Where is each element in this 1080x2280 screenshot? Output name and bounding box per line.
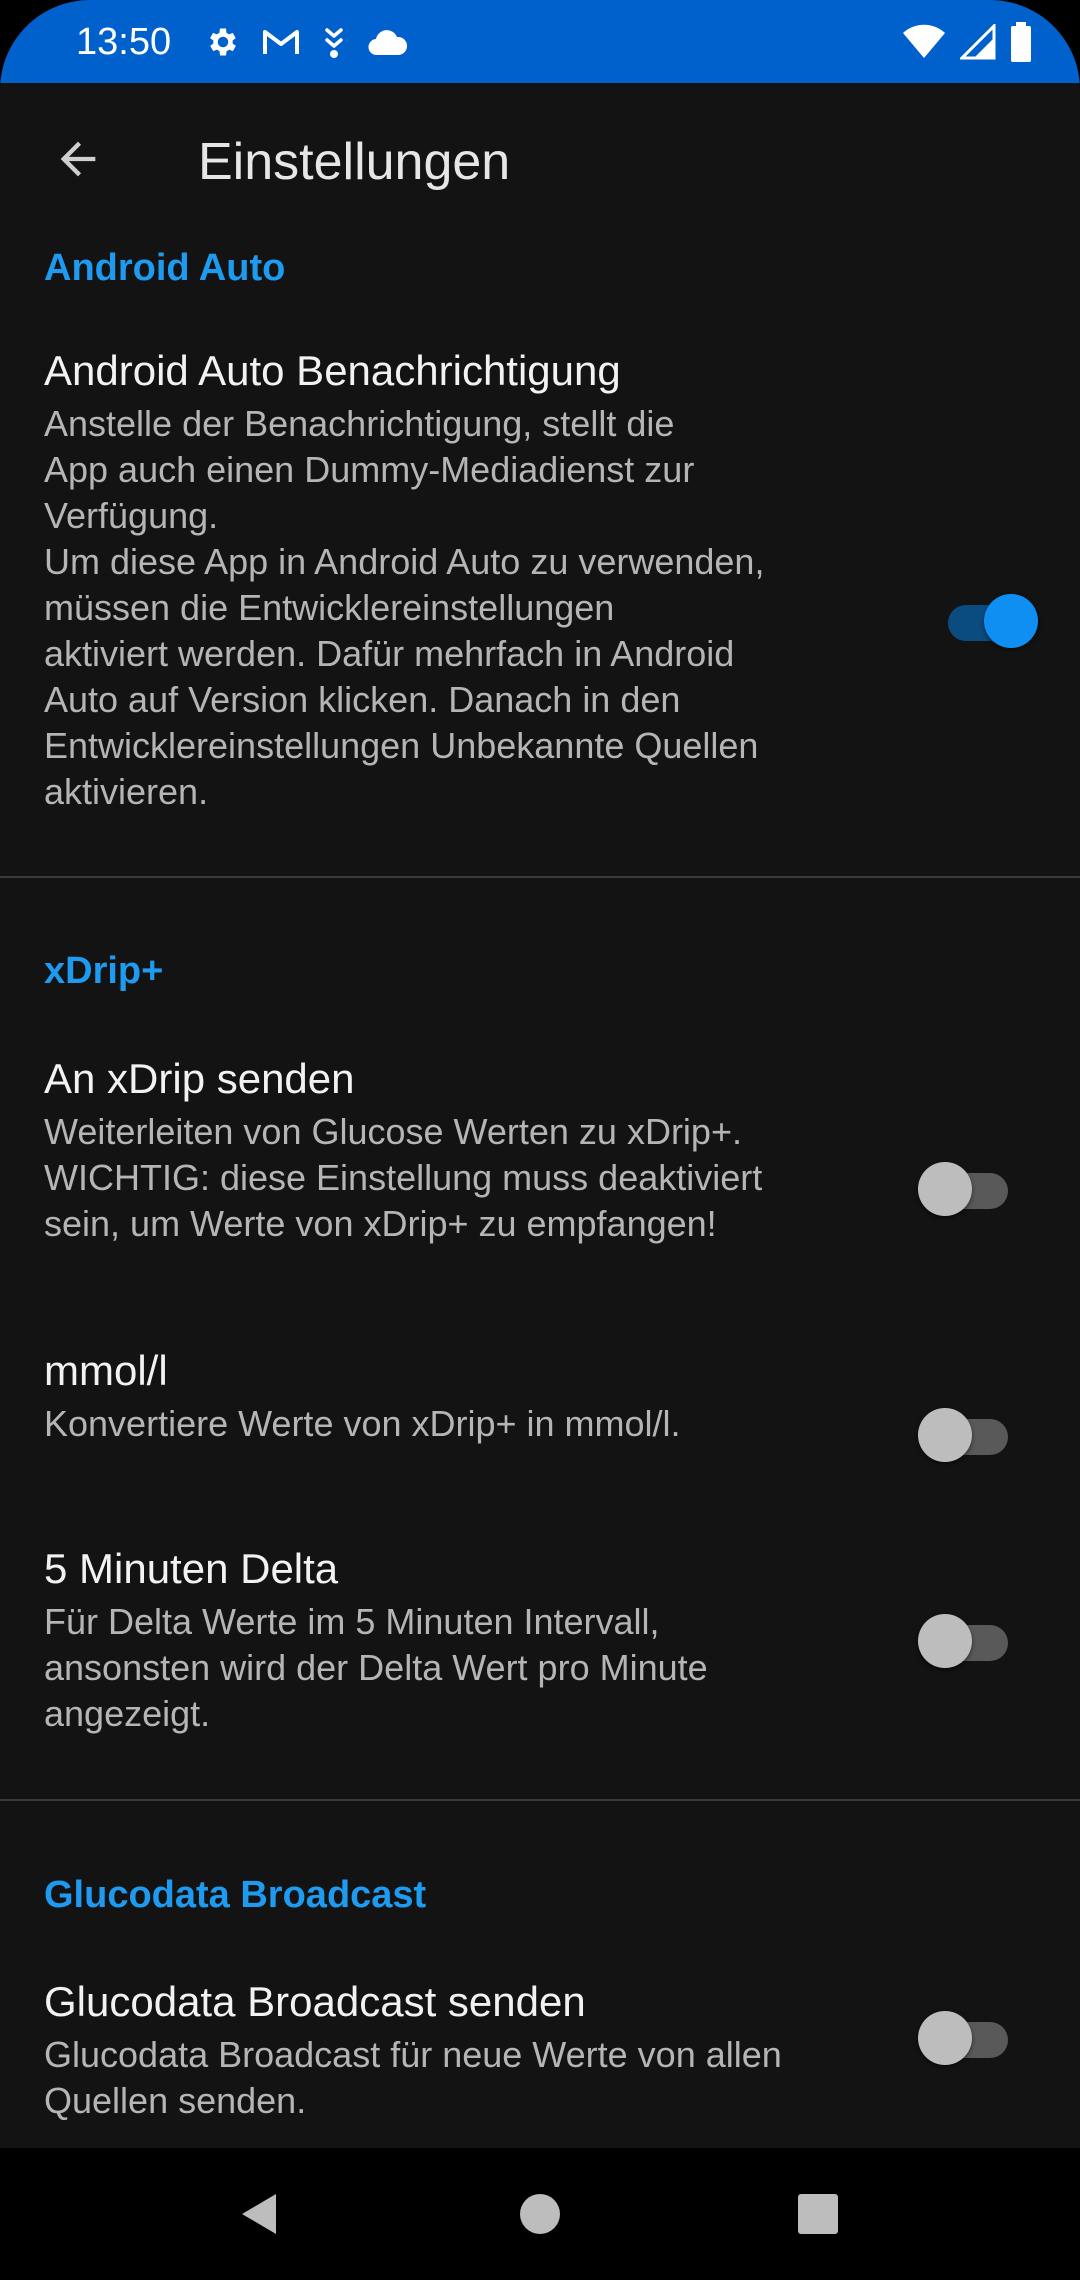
section-header-android-auto: Android Auto (44, 247, 286, 289)
nav-back-button[interactable] (218, 2176, 298, 2256)
pref-summary: Weiterleiten von Glucose Werten zu xDrip… (44, 1111, 763, 1244)
mmol-switch[interactable] (918, 1405, 1018, 1465)
pref-title: 5 Minuten Delta (44, 1545, 339, 1592)
battery-icon (1010, 22, 1032, 62)
nav-recents-button[interactable] (778, 2176, 858, 2256)
gear-icon (205, 24, 241, 60)
pref-android-auto-notification[interactable]: Android Auto Benachrichtigung Anstelle d… (0, 343, 1080, 883)
switch-thumb (918, 1408, 972, 1462)
pref-title: Android Auto Benachrichtigung (44, 347, 621, 394)
pref-summary: Glucodata Broadcast für neue Werte von a… (44, 2034, 782, 2121)
page-title: Einstellungen (198, 133, 511, 191)
send-to-xdrip-switch[interactable] (918, 1159, 1018, 1219)
pref-5-min-delta[interactable]: 5 Minuten Delta Für Delta Werte im 5 Min… (0, 1541, 1080, 1771)
cloud-icon (367, 27, 409, 57)
cell-signal-icon (960, 24, 996, 60)
pref-send-to-xdrip[interactable]: An xDrip senden Weiterleiten von Glucose… (0, 1051, 1080, 1281)
5-min-delta-switch[interactable] (918, 1611, 1018, 1671)
section-header-xdrip: xDrip+ (44, 950, 164, 992)
nav-recents-icon (797, 2193, 839, 2240)
switch-thumb (918, 2011, 972, 2065)
device-screen: 13:50 Einstellungen Android Auto Android… (0, 0, 1080, 2280)
pref-glucodata-broadcast[interactable]: Glucodata Broadcast senden Glucodata Bro… (0, 1974, 1080, 2148)
switch-thumb (918, 1162, 972, 1216)
android-auto-notification-switch[interactable] (938, 591, 1038, 651)
status-bar: 13:50 (0, 0, 1080, 83)
pref-summary: Für Delta Werte im 5 Minuten Intervall, … (44, 1601, 708, 1734)
switch-thumb (918, 1614, 972, 1668)
pref-title: An xDrip senden (44, 1055, 355, 1102)
pref-title: Glucodata Broadcast senden (44, 1978, 586, 2025)
status-time: 13:50 (76, 21, 172, 63)
back-button[interactable] (30, 113, 126, 209)
settings-list[interactable]: Android Auto Android Auto Benachrichtigu… (0, 243, 1080, 2148)
glucodata-broadcast-switch[interactable] (918, 2008, 1018, 2068)
navigation-bar (0, 2148, 1080, 2280)
top-app-bar: Einstellungen (0, 83, 1080, 243)
pref-summary: Anstelle der Benachrichtigung, stellt di… (44, 403, 765, 812)
nav-home-button[interactable] (500, 2176, 580, 2256)
gmail-icon (261, 26, 301, 58)
status-icons-right (902, 20, 1032, 64)
usb-debug-icon (321, 24, 347, 60)
section-header-glucodata: Glucodata Broadcast (44, 1874, 427, 1916)
nav-back-icon (236, 2190, 280, 2243)
pref-summary: Konvertiere Werte von xDrip+ in mmol/l. (44, 1403, 681, 1444)
wifi-icon (902, 24, 946, 60)
arrow-back-icon (52, 133, 104, 190)
nav-home-icon (518, 2192, 562, 2241)
pref-mmol[interactable]: mmol/l Konvertiere Werte von xDrip+ in m… (0, 1343, 1080, 1493)
status-icons-left (205, 22, 409, 62)
section-divider (0, 1799, 1080, 1801)
switch-thumb (984, 594, 1038, 648)
section-divider (0, 876, 1080, 878)
pref-title: mmol/l (44, 1347, 168, 1394)
